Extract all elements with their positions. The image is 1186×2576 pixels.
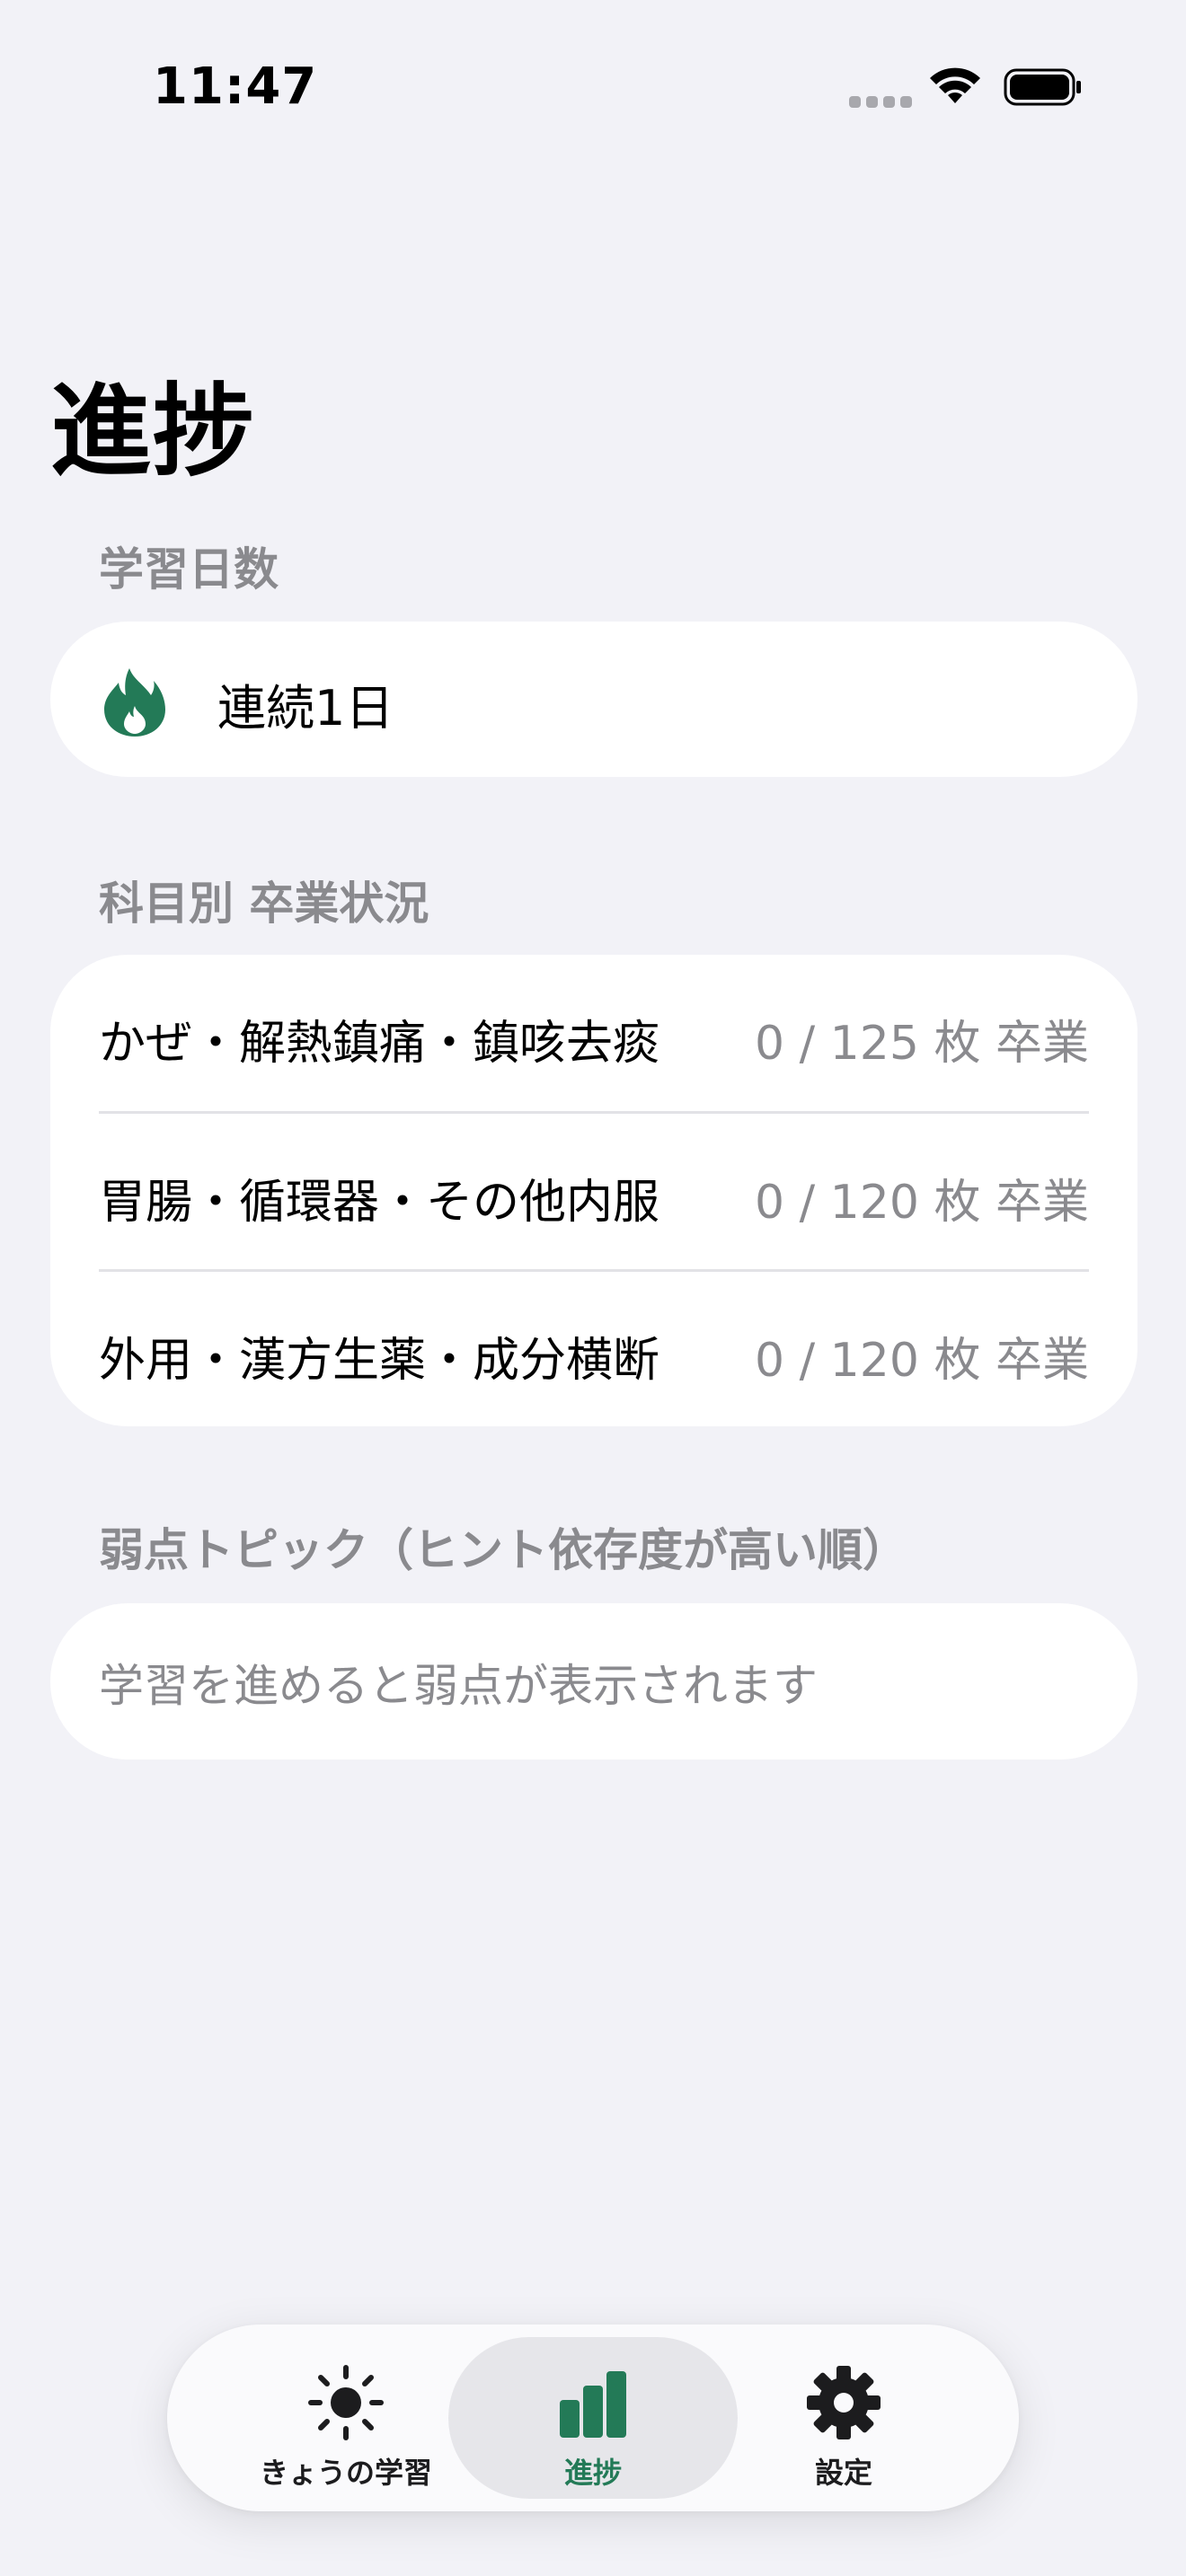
subject-row[interactable]: 外用・漢方生薬・成分横断 0 / 120 枚 卒業: [99, 1269, 1089, 1427]
wifi-icon: [930, 67, 980, 103]
bar-chart-icon: [560, 2371, 626, 2438]
streak-card: 連続1日: [50, 622, 1137, 777]
subject-row[interactable]: かぜ・解熱鎮痛・鎮咳去痰 0 / 125 枚 卒業: [99, 955, 1089, 1113]
sun-icon: [308, 2365, 384, 2440]
subject-count: 0 / 120 枚 卒業: [755, 1334, 1089, 1388]
weak-topics-section-header: 弱点トピック（ヒント依存度が高い順）: [99, 1524, 907, 1576]
tab-label: 設定: [814, 2456, 872, 2490]
tab-settings[interactable]: 設定: [699, 2337, 988, 2499]
status-time: 11:47: [153, 57, 318, 116]
tab-label: 進捗: [563, 2456, 622, 2490]
page-title: 進捗: [50, 374, 255, 490]
weak-topics-card: 学習を進めると弱点が表示されます: [50, 1603, 1137, 1760]
weak-topics-empty-message: 学習を進めると弱点が表示されます: [99, 1660, 818, 1712]
gear-icon: [807, 2366, 881, 2439]
subject-name: 胃腸・循環器・その他内服: [99, 1176, 660, 1230]
streak-section-header: 学習日数: [99, 543, 279, 595]
tab-progress[interactable]: 進捗: [448, 2337, 738, 2499]
tab-bar: きょうの学習 進捗 設定: [167, 2325, 1019, 2511]
cellular-signal-icon: [849, 96, 912, 109]
streak-text: 連続1日: [217, 680, 394, 737]
tab-label: きょうの学習: [259, 2456, 432, 2490]
tab-today-study[interactable]: きょうの学習: [201, 2337, 491, 2499]
battery-icon: [1004, 68, 1081, 106]
graduation-section-header: 科目別 卒業状況: [99, 878, 429, 930]
subject-count: 0 / 125 枚 卒業: [755, 1017, 1089, 1071]
subject-name: かぜ・解熱鎮痛・鎮咳去痰: [99, 1017, 660, 1071]
subject-count: 0 / 120 枚 卒業: [755, 1176, 1089, 1230]
subject-row[interactable]: 胃腸・循環器・その他内服 0 / 120 枚 卒業: [99, 1111, 1089, 1269]
subject-name: 外用・漢方生薬・成分横断: [99, 1334, 660, 1388]
flame-icon: [104, 668, 165, 737]
screen: 11:47 進捗 学習日数 連続1日 科目別 卒業状況 かぜ・解熱鎮痛・鎮咳去痰…: [0, 0, 1186, 2576]
graduation-card: かぜ・解熱鎮痛・鎮咳去痰 0 / 125 枚 卒業 胃腸・循環器・その他内服 0…: [50, 955, 1137, 1426]
